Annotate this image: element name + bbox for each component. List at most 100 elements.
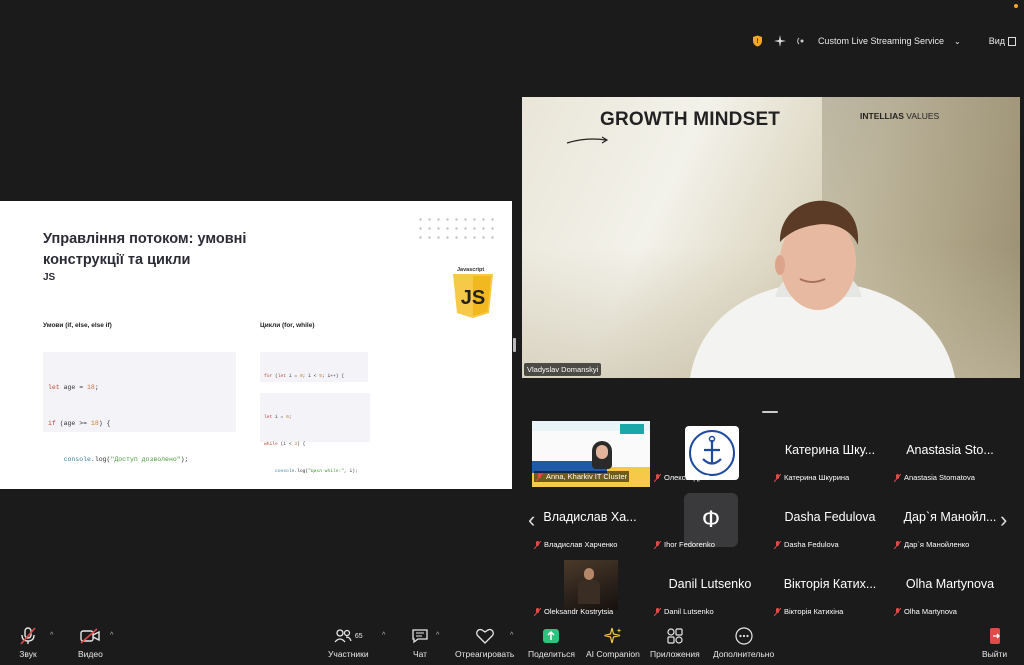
arrow-icon: [566, 136, 609, 144]
javascript-logo-icon: JS: [453, 274, 493, 318]
muted-mic-icon: [774, 607, 781, 616]
shared-screen[interactable]: Управління потоком: умовні конструкції т…: [0, 201, 512, 489]
gallery-prev-arrow-icon[interactable]: ‹: [528, 507, 535, 533]
muted-mic-icon: [536, 472, 543, 481]
participant-name: Владислав Харченко: [544, 540, 618, 549]
audio-button[interactable]: Звук: [18, 626, 38, 659]
chevron-down-icon[interactable]: ⌄: [954, 37, 961, 46]
video-options-caret-icon[interactable]: ^: [110, 632, 113, 639]
apps-icon: [665, 626, 685, 646]
shield-icon[interactable]: !: [752, 35, 764, 47]
muted-mic-icon: [654, 473, 661, 482]
participant-tile[interactable]: Олександр Синявін: [650, 420, 770, 487]
participant-tile[interactable]: Anna, Kharkiv IT Cluster: [530, 420, 650, 487]
code-line: if (age >= 18) {: [48, 420, 111, 427]
participant-tile[interactable]: Катерина Шку... Катерина Шкурина: [770, 420, 890, 487]
code-block-for: for (let i = 0; i < 5; i++) { console.lo…: [260, 352, 368, 433]
leave-button[interactable]: Выйти: [982, 626, 1007, 659]
participant-display-name: Danil Lutsenko: [668, 577, 752, 591]
participant-name: Anastasia Stomatova: [904, 473, 975, 482]
ai-sparkle-icon: [603, 626, 623, 646]
window-top-bar: [0, 0, 1024, 26]
resize-handle[interactable]: [513, 338, 516, 352]
more-icon: [734, 626, 754, 646]
participants-options-caret-icon[interactable]: ^: [382, 632, 385, 639]
audio-options-caret-icon[interactable]: ^: [50, 632, 53, 639]
chat-label: Чат: [412, 649, 428, 659]
notification-dot: [1014, 4, 1018, 8]
participant-tile[interactable]: Danil Lutsenko Danil Lutsenko: [650, 554, 770, 621]
participants-icon: 65: [330, 626, 366, 646]
participant-display-name: Olha Martynova: [905, 577, 995, 591]
participant-display-name: Дар`я Манойл...: [903, 510, 997, 524]
ai-companion-button[interactable]: AI Companion: [586, 626, 640, 659]
participant-name: Вікторія Катихіна: [784, 607, 844, 616]
layout-icon: [1008, 36, 1016, 46]
react-button[interactable]: Отреагировать: [455, 626, 514, 659]
participant-name: Дар`я Манойленко: [904, 540, 970, 549]
muted-mic-icon: [894, 473, 901, 482]
code-line: console.log("Доступ дозволено");: [63, 456, 189, 463]
participant-tile[interactable]: Вікторія Катих... Вікторія Катихіна: [770, 554, 890, 621]
participant-tile[interactable]: Ф Ihor Fedorenko: [650, 487, 770, 554]
muted-mic-icon: [894, 607, 901, 616]
react-options-caret-icon[interactable]: ^: [510, 632, 513, 639]
video-off-icon: [80, 626, 101, 646]
speaker-person-image: [690, 200, 955, 378]
stream-status-bar: ! Custom Live Streaming Service ⌄ Вид: [752, 30, 1016, 52]
participant-tile[interactable]: Дар`я Манойл... Дар`я Манойленко: [890, 487, 1010, 554]
audio-label: Звук: [19, 649, 37, 659]
participant-tile[interactable]: Владислав Ха... Владислав Харченко: [530, 487, 650, 554]
share-button[interactable]: Поделиться: [528, 626, 575, 659]
banner-title: GROWTH MINDSET: [600, 109, 781, 130]
participant-display-name: Владислав Ха...: [543, 510, 637, 524]
muted-mic-icon: [774, 473, 781, 482]
react-label: Отреагировать: [455, 649, 515, 659]
code-block-conditions: let age = 18; if (age >= 18) { console.l…: [43, 352, 236, 463]
chat-icon: [410, 626, 430, 646]
gallery-divider-handle[interactable]: [762, 411, 778, 413]
participant-label: Olha Martynova: [894, 607, 957, 616]
code-line: let age = 18;: [48, 384, 99, 391]
participant-label: Danil Lutsenko: [654, 607, 714, 616]
person-face: [596, 445, 608, 459]
participant-tile[interactable]: Anastasia Sto... Anastasia Stomatova: [890, 420, 1010, 487]
stream-service-dropdown[interactable]: Custom Live Streaming Service: [818, 36, 944, 46]
code-block-while: let i = 0; while (i < 3) { console.log("…: [260, 393, 370, 474]
participant-label: Вікторія Катихіна: [774, 607, 843, 616]
participant-tile[interactable]: Dasha Fedulova Dasha Fedulova: [770, 487, 890, 554]
apps-label: Приложения: [650, 649, 700, 659]
gallery-next-arrow-icon[interactable]: ›: [1000, 507, 1007, 533]
participant-tile[interactable]: Oleksandr Kostrytsia: [530, 554, 650, 621]
js-logo-text: JS: [461, 287, 485, 309]
chat-button[interactable]: Чат: [410, 626, 430, 659]
brand-label: INTELLIAS VALUES: [860, 111, 939, 121]
svg-text:!: !: [757, 39, 759, 45]
person-body: [578, 580, 600, 604]
view-button[interactable]: Вид: [989, 36, 1016, 46]
chat-options-caret-icon[interactable]: ^: [436, 632, 439, 639]
muted-mic-icon: [894, 540, 901, 549]
loops-heading: Цикли (for, while): [260, 322, 315, 329]
participant-avatar: Ф: [684, 493, 738, 547]
code-line: let i = 0;: [264, 415, 292, 420]
active-speaker-video[interactable]: GROWTH MINDSET INTELLIAS VALUES Vladysla…: [522, 97, 1020, 378]
participants-button[interactable]: 65 Участники: [328, 626, 369, 659]
video-logo: [620, 424, 644, 434]
video-button[interactable]: Видео: [78, 626, 103, 659]
apps-button[interactable]: Приложения: [650, 626, 700, 659]
more-button[interactable]: Дополнительно: [713, 626, 774, 659]
muted-mic-icon: [774, 540, 781, 549]
sparkle-icon[interactable]: [773, 35, 786, 47]
participant-display-name: Dasha Fedulova: [784, 510, 876, 524]
leave-label: Выйти: [982, 649, 1008, 659]
view-label: Вид: [988, 36, 1005, 46]
brand-suffix: VALUES: [906, 111, 940, 121]
leave-icon: [985, 626, 1005, 646]
muted-mic-icon: [18, 626, 38, 646]
heart-icon: [475, 626, 495, 646]
participant-tile[interactable]: Olha Martynova Olha Martynova: [890, 554, 1010, 621]
participant-label: Oleksandr Kostrytsia: [534, 607, 613, 616]
participant-label: Дар`я Манойленко: [894, 540, 969, 549]
code-line: for (let i = 0; i < 5; i++) {: [264, 374, 345, 379]
